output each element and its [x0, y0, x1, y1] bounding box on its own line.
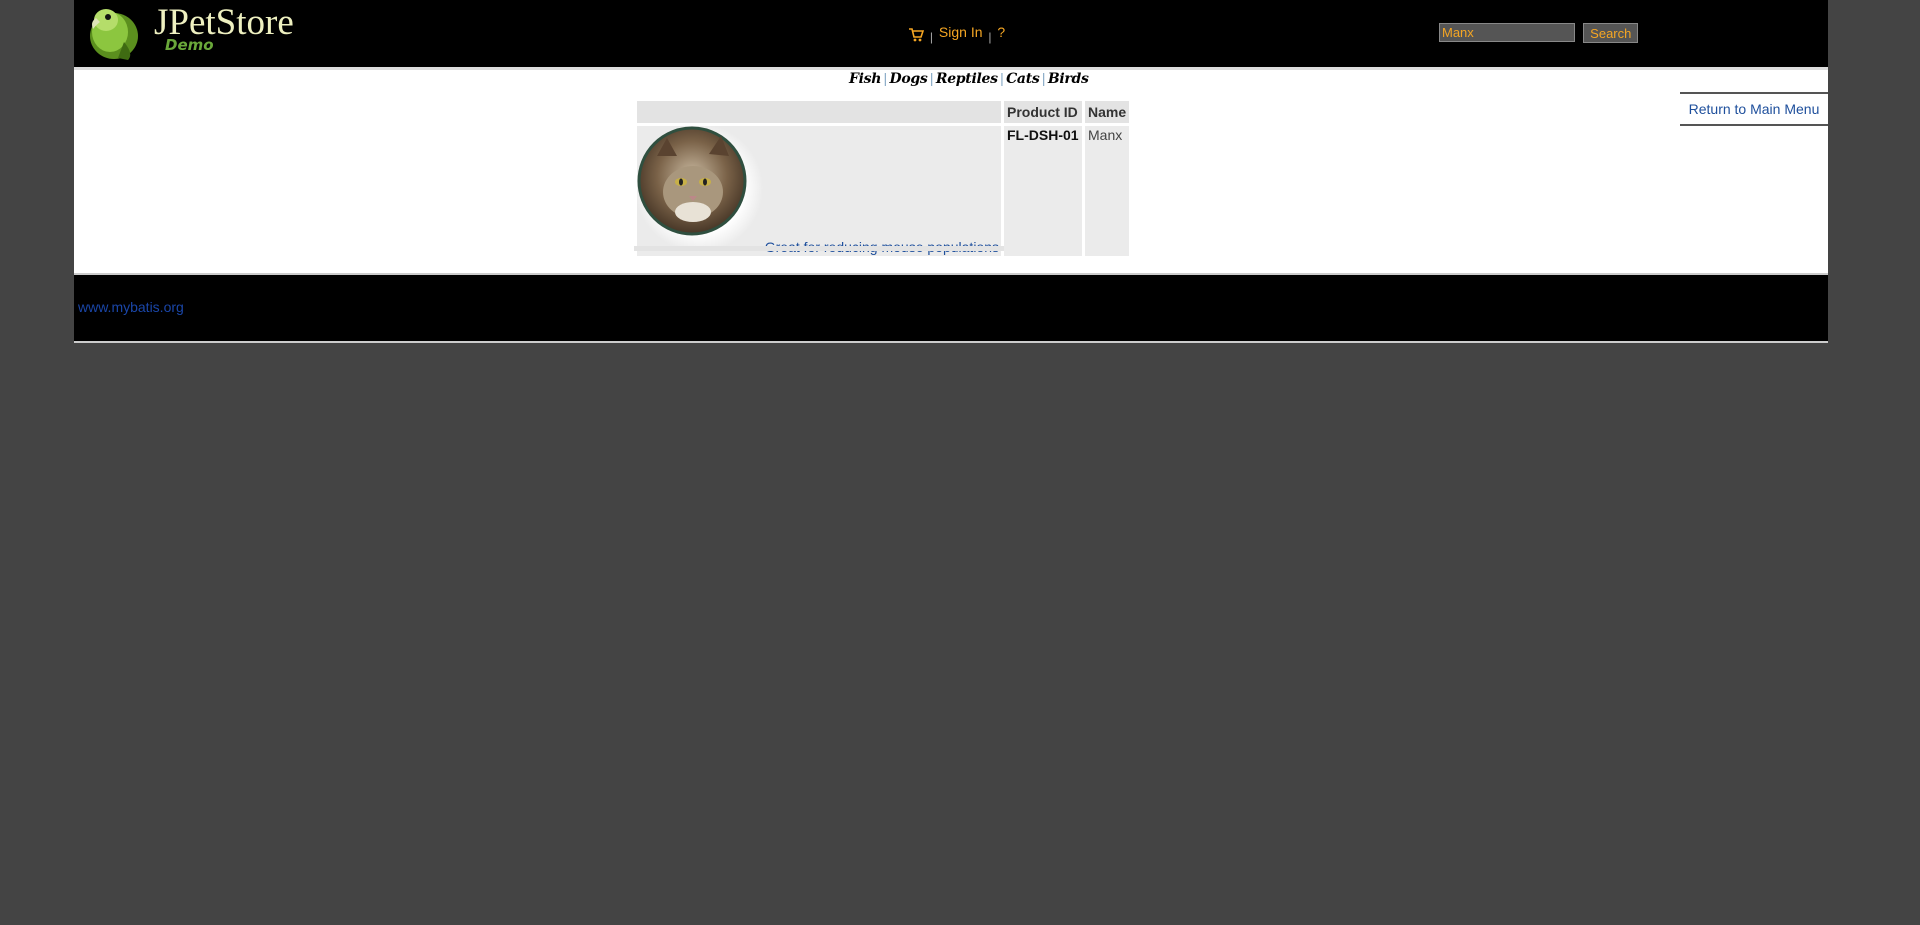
column-header-product-id: Product ID: [1004, 101, 1082, 123]
column-header-image: [637, 101, 1001, 123]
search-button[interactable]: Search: [1583, 23, 1639, 43]
product-name-cell: Manx: [1085, 126, 1130, 256]
mybatis-link[interactable]: www.mybatis.org: [78, 299, 184, 315]
table-footer-bar: [634, 246, 1004, 251]
product-id-cell[interactable]: FL-DSH-01: [1004, 126, 1082, 256]
quicklink-fish[interactable]: Fish: [849, 71, 881, 87]
footer: www.mybatis.org: [74, 273, 1828, 343]
back-link-box: Return to Main Menu: [1680, 92, 1828, 126]
search-input[interactable]: [1439, 23, 1575, 42]
logo-subtitle: Demo: [165, 36, 214, 54]
menu-separator: |: [988, 30, 992, 44]
product-table: Product ID Name FL-DSH-01 Manx: [634, 98, 1132, 259]
main-content: Fish | Dogs | Reptiles | Cats | Birds Return to …: [74, 67, 1828, 273]
footer-link-container: www.mybatis.org: [78, 299, 184, 315]
help-link[interactable]: ?: [997, 24, 1005, 40]
quicklink-cats[interactable]: Cats: [1006, 71, 1040, 87]
product-image-cell: Great for reducing mouse populations: [637, 126, 1001, 256]
menu-separator: |: [929, 30, 934, 44]
parrot-logo-icon: [90, 9, 138, 60]
column-header-name: Name: [1085, 101, 1130, 123]
quicklink-separator: |: [929, 72, 934, 87]
table-row: Great for reducing mouse populations FL-…: [637, 126, 1130, 256]
quicklink-birds[interactable]: Birds: [1048, 71, 1089, 87]
shopping-cart-icon[interactable]: [908, 27, 924, 43]
header-menu: | Sign In | ?: [908, 24, 1005, 44]
cat-photo-icon[interactable]: [637, 126, 765, 256]
quicklink-separator: |: [883, 72, 888, 87]
quicklink-reptiles[interactable]: Reptiles: [936, 71, 998, 87]
quicklink-dogs[interactable]: Dogs: [890, 71, 928, 87]
quicklink-separator: |: [999, 72, 1005, 87]
quicklink-separator: |: [1041, 72, 1046, 87]
category-quicklinks: Fish | Dogs | Reptiles | Cats | Birds: [849, 71, 1089, 87]
search-form: Search: [1439, 23, 1639, 43]
return-to-main-menu-link[interactable]: Return to Main Menu: [1689, 101, 1820, 117]
sign-in-link[interactable]: Sign In: [939, 24, 983, 40]
page-wrapper: JPetStore Demo | Sign In | ? Search Fish…: [74, 0, 1828, 343]
logo[interactable]: JPetStore Demo: [84, 2, 374, 60]
table-header-row: Product ID Name: [637, 101, 1130, 123]
header: JPetStore Demo | Sign In | ? Search: [74, 0, 1828, 67]
